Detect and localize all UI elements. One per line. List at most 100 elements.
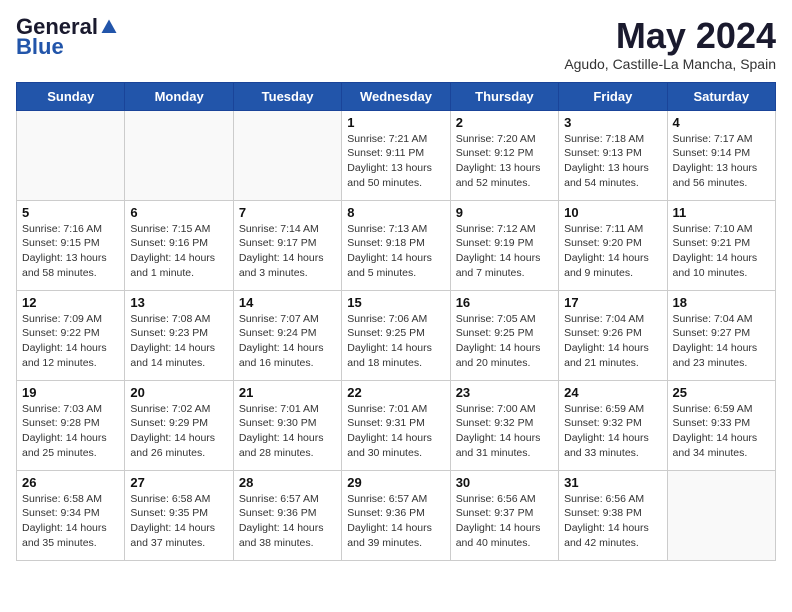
- day-number: 21: [239, 385, 336, 400]
- day-number: 15: [347, 295, 444, 310]
- weekday-header-thursday: Thursday: [450, 82, 558, 110]
- calendar-cell: 3 Sunrise: 7:18 AM Sunset: 9:13 PM Daylig…: [559, 110, 667, 200]
- day-info: Sunrise: 6:57 AM Sunset: 9:36 PM Dayligh…: [347, 492, 444, 551]
- calendar-cell: [125, 110, 233, 200]
- calendar-cell: 22 Sunrise: 7:01 AM Sunset: 9:31 PM Dayli…: [342, 380, 450, 470]
- day-info: Sunrise: 7:04 AM Sunset: 9:26 PM Dayligh…: [564, 312, 661, 371]
- calendar-cell: 14Sunrise: 7:07 AM Sunset: 9:24 PM Dayli…: [233, 290, 341, 380]
- day-number: 22: [347, 385, 444, 400]
- day-info: Sunrise: 7:07 AM Sunset: 9:24 PM Dayligh…: [239, 312, 336, 371]
- day-number: 27: [130, 475, 227, 490]
- calendar-cell: 30Sunrise: 6:56 AM Sunset: 9:37 PM Dayli…: [450, 470, 558, 560]
- day-info: Sunrise: 7:08 AM Sunset: 9:23 PM Dayligh…: [130, 312, 227, 371]
- day-info: Sunrise: 6:59 AM Sunset: 9:33 PM Dayligh…: [673, 402, 770, 461]
- day-number: 1: [347, 115, 444, 130]
- weekday-header-row: SundayMondayTuesdayWednesdayThursdayFrid…: [17, 82, 776, 110]
- week-row-4: 19 Sunrise: 7:03 AM Sunset: 9:28 PM Dayli…: [17, 380, 776, 470]
- calendar-cell: 28 Sunrise: 6:57 AM Sunset: 9:36 PM Dayli…: [233, 470, 341, 560]
- title-block: May 2024 Agudo, Castille-La Mancha, Spai…: [564, 16, 776, 72]
- day-info: Sunrise: 7:06 AM Sunset: 9:25 PM Dayligh…: [347, 312, 444, 371]
- day-info: Sunrise: 6:57 AM Sunset: 9:36 PM Dayligh…: [239, 492, 336, 551]
- calendar-cell: 7 Sunrise: 7:14 AM Sunset: 9:17 PM Daylig…: [233, 200, 341, 290]
- day-info: Sunrise: 7:01 AM Sunset: 9:31 PM Dayligh…: [347, 402, 444, 461]
- day-number: 19: [22, 385, 119, 400]
- day-number: 23: [456, 385, 553, 400]
- calendar-cell: 1 Sunrise: 7:21 AM Sunset: 9:11 PM Daylig…: [342, 110, 450, 200]
- day-info: Sunrise: 7:11 AM Sunset: 9:20 PM Dayligh…: [564, 222, 661, 281]
- calendar-cell: 15 Sunrise: 7:06 AM Sunset: 9:25 PM Dayli…: [342, 290, 450, 380]
- day-info: Sunrise: 6:58 AM Sunset: 9:35 PM Dayligh…: [130, 492, 227, 551]
- calendar-cell: 19 Sunrise: 7:03 AM Sunset: 9:28 PM Dayli…: [17, 380, 125, 470]
- day-number: 29: [347, 475, 444, 490]
- day-info: Sunrise: 7:03 AM Sunset: 9:28 PM Dayligh…: [22, 402, 119, 461]
- day-number: 3: [564, 115, 661, 130]
- calendar-cell: 20Sunrise: 7:02 AM Sunset: 9:29 PM Dayli…: [125, 380, 233, 470]
- calendar-cell: 24 Sunrise: 6:59 AM Sunset: 9:32 PM Dayli…: [559, 380, 667, 470]
- calendar-table: SundayMondayTuesdayWednesdayThursdayFrid…: [16, 82, 776, 561]
- weekday-header-friday: Friday: [559, 82, 667, 110]
- day-info: Sunrise: 7:12 AM Sunset: 9:19 PM Dayligh…: [456, 222, 553, 281]
- day-info: Sunrise: 7:20 AM Sunset: 9:12 PM Dayligh…: [456, 132, 553, 191]
- calendar-cell: 4Sunrise: 7:17 AM Sunset: 9:14 PM Daylig…: [667, 110, 775, 200]
- weekday-header-saturday: Saturday: [667, 82, 775, 110]
- calendar-cell: 10 Sunrise: 7:11 AM Sunset: 9:20 PM Dayli…: [559, 200, 667, 290]
- day-info: Sunrise: 7:21 AM Sunset: 9:11 PM Dayligh…: [347, 132, 444, 191]
- page-header: General Blue May 2024 Agudo, Castille-La…: [16, 16, 776, 72]
- day-number: 6: [130, 205, 227, 220]
- calendar-cell: 17 Sunrise: 7:04 AM Sunset: 9:26 PM Dayli…: [559, 290, 667, 380]
- day-info: Sunrise: 7:04 AM Sunset: 9:27 PM Dayligh…: [673, 312, 770, 371]
- day-number: 31: [564, 475, 661, 490]
- month-year: May 2024: [564, 16, 776, 56]
- day-number: 12: [22, 295, 119, 310]
- calendar-cell: 21Sunrise: 7:01 AM Sunset: 9:30 PM Dayli…: [233, 380, 341, 470]
- calendar-cell: 31 Sunrise: 6:56 AM Sunset: 9:38 PM Dayli…: [559, 470, 667, 560]
- day-info: Sunrise: 7:15 AM Sunset: 9:16 PM Dayligh…: [130, 222, 227, 281]
- day-number: 28: [239, 475, 336, 490]
- day-number: 11: [673, 205, 770, 220]
- weekday-header-tuesday: Tuesday: [233, 82, 341, 110]
- day-number: 17: [564, 295, 661, 310]
- week-row-3: 12Sunrise: 7:09 AM Sunset: 9:22 PM Dayli…: [17, 290, 776, 380]
- weekday-header-wednesday: Wednesday: [342, 82, 450, 110]
- day-number: 13: [130, 295, 227, 310]
- week-row-5: 26 Sunrise: 6:58 AM Sunset: 9:34 PM Dayli…: [17, 470, 776, 560]
- day-number: 18: [673, 295, 770, 310]
- day-number: 26: [22, 475, 119, 490]
- week-row-2: 5 Sunrise: 7:16 AM Sunset: 9:15 PM Daylig…: [17, 200, 776, 290]
- calendar-cell: 26 Sunrise: 6:58 AM Sunset: 9:34 PM Dayli…: [17, 470, 125, 560]
- logo-icon: [100, 18, 118, 36]
- day-number: 2: [456, 115, 553, 130]
- day-info: Sunrise: 7:14 AM Sunset: 9:17 PM Dayligh…: [239, 222, 336, 281]
- logo-blue: Blue: [16, 34, 64, 60]
- calendar-cell: 11 Sunrise: 7:10 AM Sunset: 9:21 PM Dayli…: [667, 200, 775, 290]
- week-row-1: 1 Sunrise: 7:21 AM Sunset: 9:11 PM Daylig…: [17, 110, 776, 200]
- day-number: 9: [456, 205, 553, 220]
- calendar-cell: [233, 110, 341, 200]
- day-info: Sunrise: 7:16 AM Sunset: 9:15 PM Dayligh…: [22, 222, 119, 281]
- logo: General Blue: [16, 16, 118, 60]
- calendar-cell: 29 Sunrise: 6:57 AM Sunset: 9:36 PM Dayli…: [342, 470, 450, 560]
- day-info: Sunrise: 6:56 AM Sunset: 9:38 PM Dayligh…: [564, 492, 661, 551]
- calendar-cell: 27 Sunrise: 6:58 AM Sunset: 9:35 PM Dayli…: [125, 470, 233, 560]
- day-number: 8: [347, 205, 444, 220]
- day-number: 5: [22, 205, 119, 220]
- day-number: 16: [456, 295, 553, 310]
- calendar-cell: 13 Sunrise: 7:08 AM Sunset: 9:23 PM Dayli…: [125, 290, 233, 380]
- day-info: Sunrise: 6:58 AM Sunset: 9:34 PM Dayligh…: [22, 492, 119, 551]
- day-number: 10: [564, 205, 661, 220]
- day-info: Sunrise: 7:05 AM Sunset: 9:25 PM Dayligh…: [456, 312, 553, 371]
- day-info: Sunrise: 6:59 AM Sunset: 9:32 PM Dayligh…: [564, 402, 661, 461]
- day-info: Sunrise: 7:00 AM Sunset: 9:32 PM Dayligh…: [456, 402, 553, 461]
- location: Agudo, Castille-La Mancha, Spain: [564, 56, 776, 72]
- day-info: Sunrise: 7:18 AM Sunset: 9:13 PM Dayligh…: [564, 132, 661, 191]
- calendar-cell: 12Sunrise: 7:09 AM Sunset: 9:22 PM Dayli…: [17, 290, 125, 380]
- day-info: Sunrise: 7:10 AM Sunset: 9:21 PM Dayligh…: [673, 222, 770, 281]
- day-number: 20: [130, 385, 227, 400]
- calendar-cell: 25Sunrise: 6:59 AM Sunset: 9:33 PM Dayli…: [667, 380, 775, 470]
- weekday-header-sunday: Sunday: [17, 82, 125, 110]
- day-number: 7: [239, 205, 336, 220]
- day-number: 24: [564, 385, 661, 400]
- calendar-cell: 5 Sunrise: 7:16 AM Sunset: 9:15 PM Daylig…: [17, 200, 125, 290]
- calendar-cell: 9 Sunrise: 7:12 AM Sunset: 9:19 PM Daylig…: [450, 200, 558, 290]
- calendar-cell: 8Sunrise: 7:13 AM Sunset: 9:18 PM Daylig…: [342, 200, 450, 290]
